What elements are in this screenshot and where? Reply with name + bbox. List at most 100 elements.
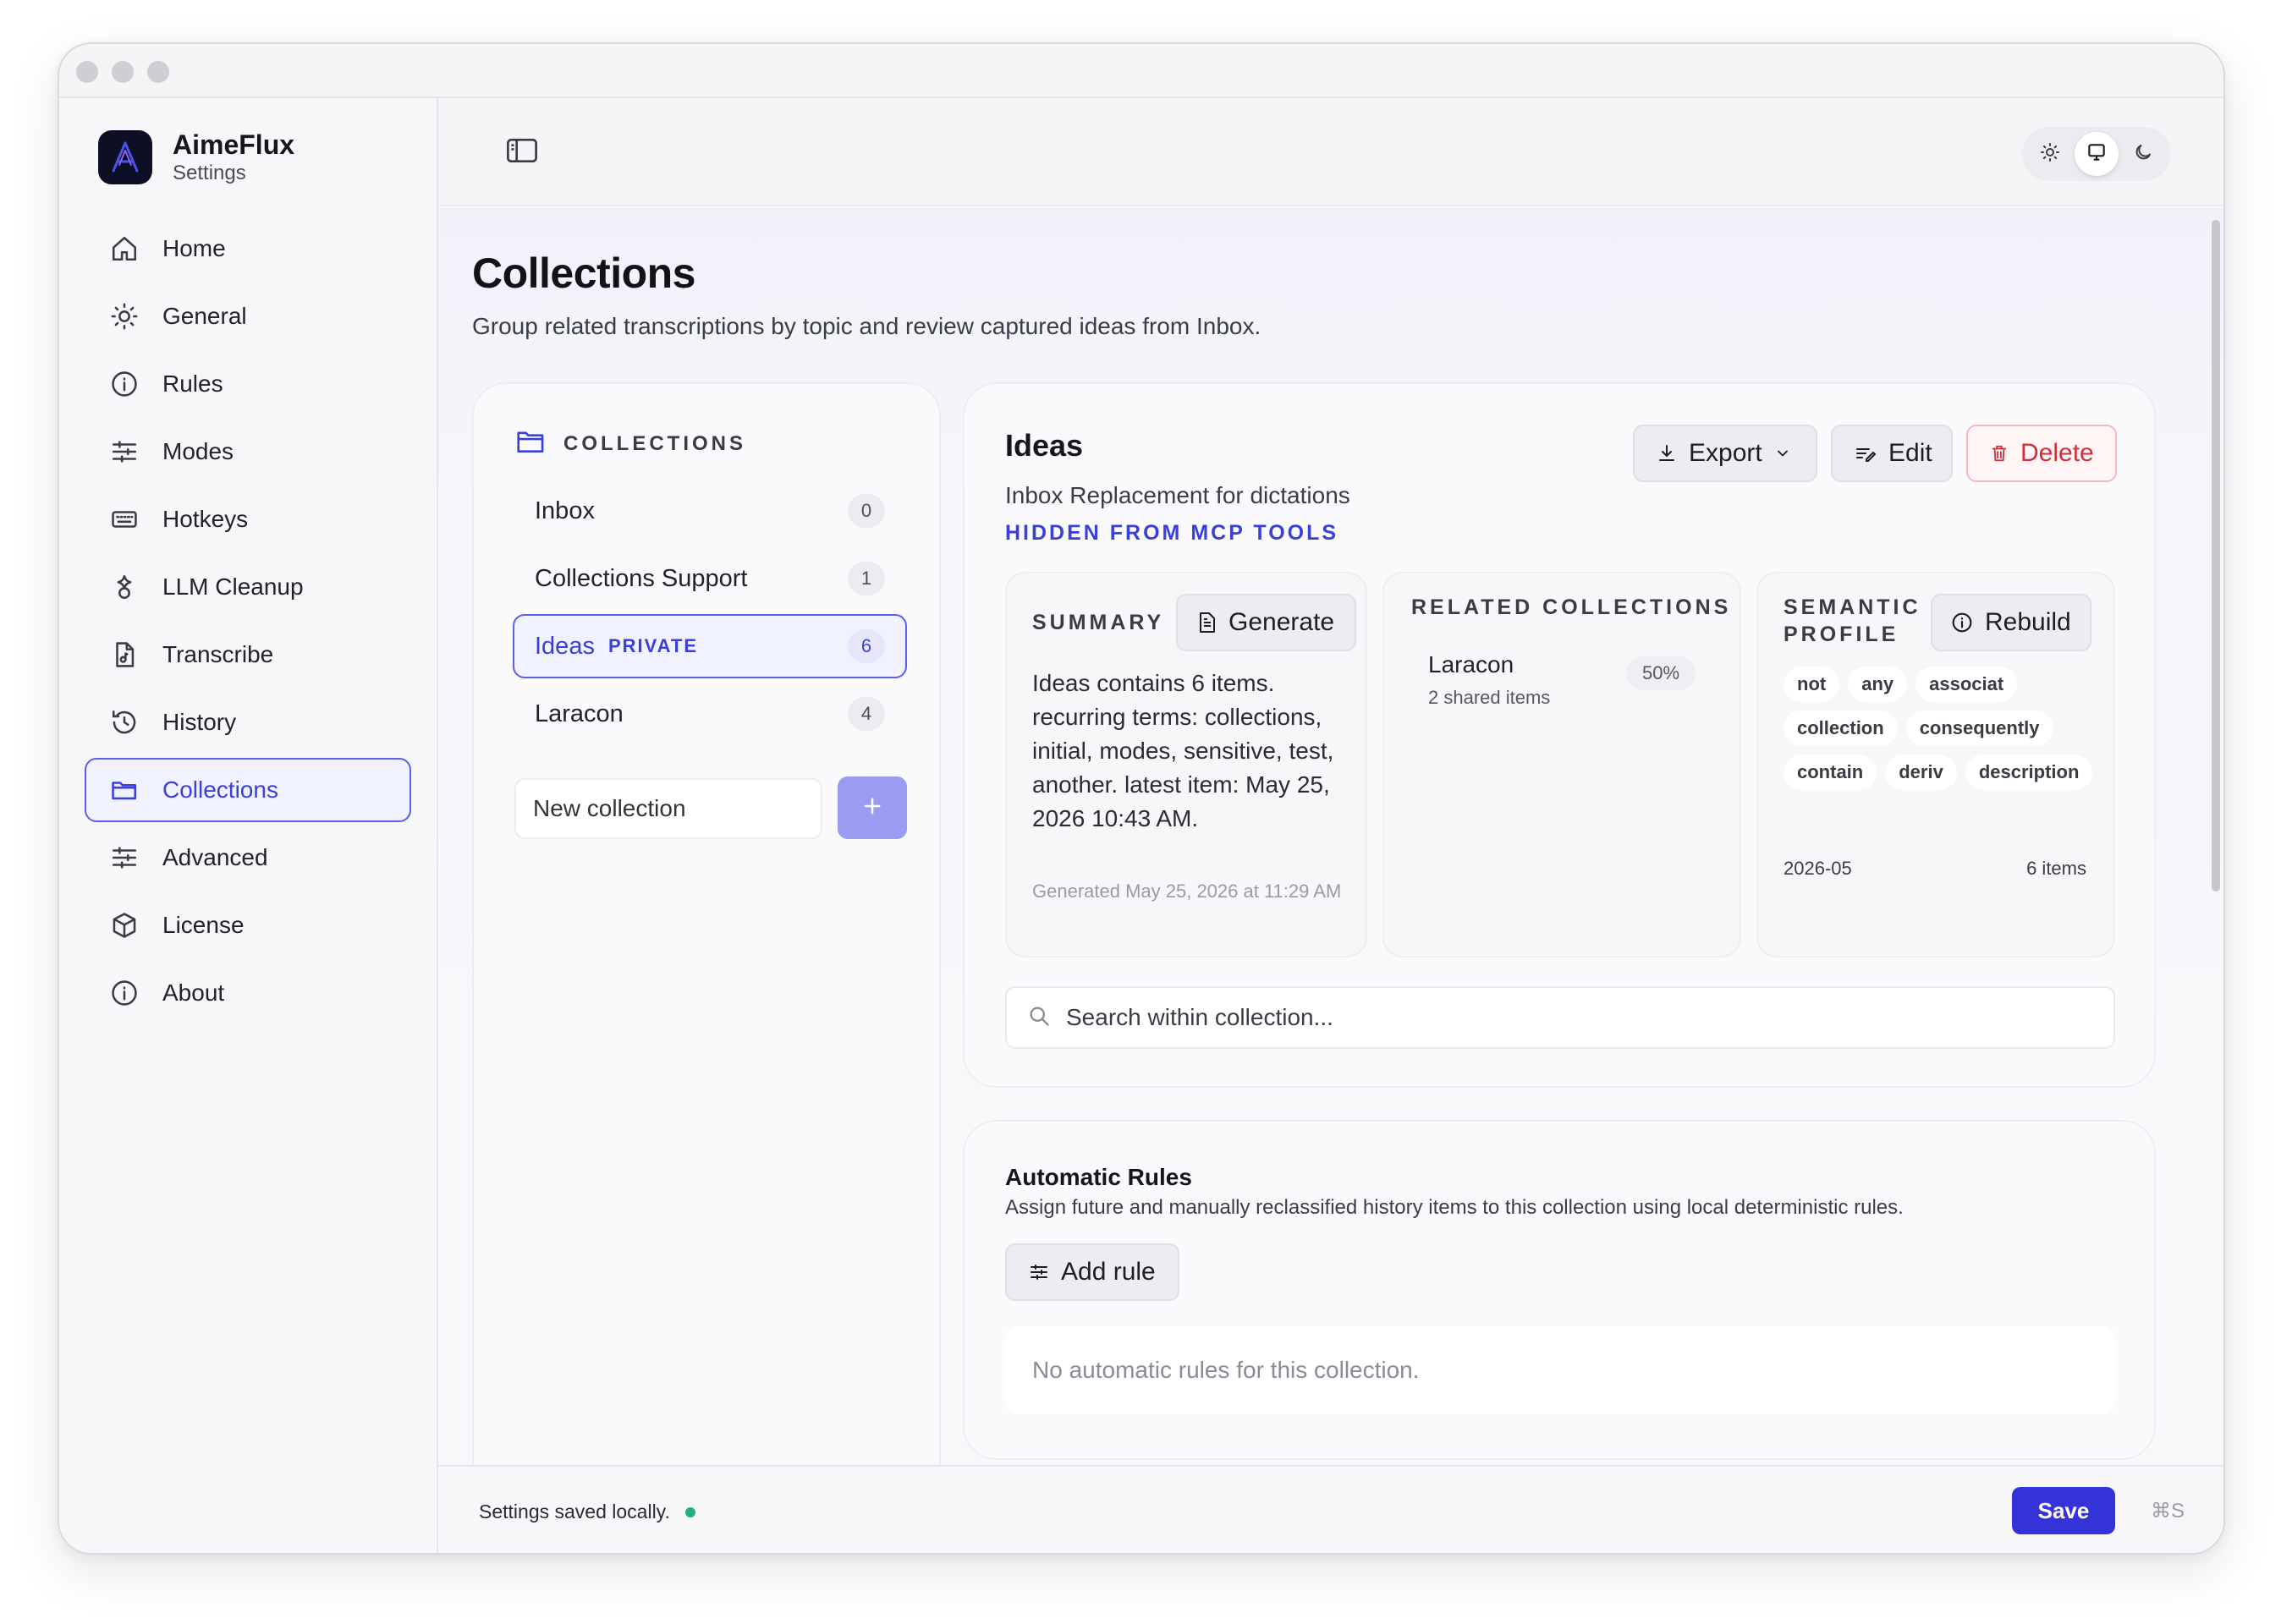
collection-name-wrap: Ideas PRIVATE bbox=[535, 633, 848, 661]
sidebar-item-history[interactable]: History bbox=[85, 690, 411, 754]
sidebar: AimeFlux Settings Home General Rules Mod… bbox=[59, 98, 438, 1553]
collection-count-badge: 6 bbox=[848, 629, 885, 663]
term-chip: description bbox=[1965, 754, 2093, 790]
add-rule-button[interactable]: Add rule bbox=[1005, 1243, 1179, 1301]
collection-item-laracon[interactable]: Laracon 4 bbox=[513, 682, 907, 746]
term-chip: not bbox=[1784, 667, 1840, 702]
collection-item-ideas[interactable]: Ideas PRIVATE 6 bbox=[513, 614, 907, 678]
sidebar-item-label: Collections bbox=[162, 776, 278, 803]
moon-icon bbox=[2133, 142, 2153, 167]
file-audio-icon bbox=[108, 639, 140, 671]
generate-label: Generate bbox=[1228, 608, 1335, 636]
theme-dark-button[interactable] bbox=[2121, 132, 2165, 176]
sidebar-item-advanced[interactable]: Advanced bbox=[85, 826, 411, 890]
add-collection-button[interactable] bbox=[838, 776, 907, 839]
close-window-button[interactable] bbox=[76, 61, 98, 83]
collection-description: Inbox Replacement for dictations bbox=[1005, 482, 1350, 508]
collections-list-panel: COLLECTIONS Inbox 0 Collections Support … bbox=[472, 382, 941, 1499]
export-button[interactable]: Export bbox=[1633, 425, 1817, 482]
collection-name: Collections Support bbox=[535, 564, 748, 592]
term-chip: contain bbox=[1784, 754, 1877, 790]
term-chip: consequently bbox=[1905, 710, 2053, 746]
main-area: Collections Group related transcriptions… bbox=[438, 98, 2223, 1553]
sidebar-item-label: About bbox=[162, 979, 225, 1006]
search-placeholder: Search within collection... bbox=[1066, 1004, 1333, 1030]
edit-button[interactable]: Edit bbox=[1831, 425, 1953, 482]
sidebar-item-llm-cleanup[interactable]: LLM Cleanup bbox=[85, 555, 411, 619]
box-icon bbox=[108, 909, 140, 941]
delete-button[interactable]: Delete bbox=[1966, 425, 2117, 482]
folder-icon bbox=[516, 428, 547, 459]
sidebar-item-label: Modes bbox=[162, 438, 234, 464]
new-collection-input[interactable]: New collection bbox=[514, 778, 822, 839]
sidebar-item-transcribe[interactable]: Transcribe bbox=[85, 623, 411, 687]
monitor-icon bbox=[2086, 141, 2108, 167]
status-dot bbox=[684, 1506, 695, 1517]
info-icon bbox=[108, 977, 140, 1009]
sidebar-item-label: License bbox=[162, 912, 245, 938]
sidebar-item-label: General bbox=[162, 303, 247, 329]
folder-icon bbox=[108, 774, 140, 806]
sidebar-item-label: LLM Cleanup bbox=[162, 573, 304, 600]
related-percent-badge: 50% bbox=[1626, 656, 1696, 690]
summary-title: SUMMARY bbox=[1032, 611, 1165, 634]
collection-count-badge: 4 bbox=[848, 697, 885, 731]
edit-lines-icon bbox=[1855, 443, 1877, 464]
download-icon bbox=[1657, 443, 1677, 464]
theme-switcher bbox=[2022, 127, 2171, 181]
save-status: Settings saved locally. bbox=[479, 1501, 695, 1523]
related-collections-card: RELATED COLLECTIONS Laracon 2 shared ite… bbox=[1382, 572, 1741, 957]
semantic-profile-card: SEMANTIC PROFILE Rebuild not any associa… bbox=[1756, 572, 2115, 957]
sliders-icon bbox=[1029, 1262, 1049, 1282]
sidebar-item-about[interactable]: About bbox=[85, 961, 411, 1025]
minimize-window-button[interactable] bbox=[112, 61, 134, 83]
history-icon bbox=[108, 706, 140, 738]
sidebar-item-license[interactable]: License bbox=[85, 893, 411, 957]
sidebar-item-rules[interactable]: Rules bbox=[85, 352, 411, 416]
sidebar-nav: Home General Rules Modes Hotkeys LLM Cle… bbox=[85, 217, 411, 1029]
info-icon bbox=[108, 368, 140, 400]
related-title: RELATED COLLECTIONS bbox=[1411, 595, 1732, 619]
save-button[interactable]: Save bbox=[2012, 1487, 2115, 1534]
rules-title: Automatic Rules bbox=[1005, 1164, 1192, 1190]
app-subtitle: Settings bbox=[173, 162, 246, 184]
rules-description: Assign future and manually reclassified … bbox=[1005, 1196, 1904, 1219]
add-rule-label: Add rule bbox=[1061, 1258, 1156, 1286]
collection-item-collections-support[interactable]: Collections Support 1 bbox=[513, 546, 907, 611]
sidebar-item-label: Advanced bbox=[162, 844, 268, 870]
theme-light-button[interactable] bbox=[2028, 132, 2072, 176]
home-icon bbox=[108, 233, 140, 265]
sidebar-item-hotkeys[interactable]: Hotkeys bbox=[85, 487, 411, 551]
sliders-icon bbox=[108, 436, 140, 468]
summary-text: Ideas contains 6 items. recurring terms:… bbox=[1032, 670, 1334, 831]
sidebar-item-collections[interactable]: Collections bbox=[85, 758, 411, 822]
semantic-terms: not any associat collection consequently… bbox=[1784, 667, 2122, 798]
collection-name: Inbox bbox=[535, 497, 595, 524]
summary-generated-time: Generated May 25, 2026 at 11:29 AM bbox=[1032, 881, 1342, 902]
generate-button[interactable]: Generate bbox=[1176, 594, 1357, 651]
semantic-title: SEMANTIC PROFILE bbox=[1784, 595, 1921, 646]
related-shared-count: 2 shared items bbox=[1428, 687, 1551, 708]
zoom-window-button[interactable] bbox=[147, 61, 169, 83]
content-scroll-area[interactable]: Collections Group related transcriptions… bbox=[438, 208, 2223, 1499]
collection-item-inbox[interactable]: Inbox 0 bbox=[513, 479, 907, 543]
automatic-rules-panel: Automatic Rules Assign future and manual… bbox=[963, 1120, 2156, 1460]
sidebar-item-modes[interactable]: Modes bbox=[85, 420, 411, 484]
sidebar-item-general[interactable]: General bbox=[85, 284, 411, 348]
collections-list: Inbox 0 Collections Support 1 Ideas PRIV… bbox=[513, 479, 907, 749]
sidebar-toggle-icon[interactable] bbox=[506, 137, 538, 168]
keyboard-icon bbox=[108, 503, 140, 535]
search-within-collection-input[interactable]: Search within collection... bbox=[1005, 986, 2115, 1049]
rebuild-button[interactable]: Rebuild bbox=[1931, 594, 2091, 651]
term-chip: collection bbox=[1784, 710, 1898, 746]
scrollbar-thumb[interactable] bbox=[2212, 220, 2220, 892]
summary-card: SUMMARY Generate Ideas contains 6 items.… bbox=[1005, 572, 1367, 957]
sidebar-item-home[interactable]: Home bbox=[85, 217, 411, 281]
page-description: Group related transcriptions by topic an… bbox=[472, 313, 1261, 339]
sparkle-icon bbox=[108, 571, 140, 603]
chevron-down-icon bbox=[1774, 445, 1791, 462]
delete-label: Delete bbox=[2020, 439, 2094, 467]
page-title: Collections bbox=[472, 250, 695, 297]
theme-system-button[interactable] bbox=[2074, 132, 2119, 176]
collections-heading: COLLECTIONS bbox=[516, 428, 746, 459]
